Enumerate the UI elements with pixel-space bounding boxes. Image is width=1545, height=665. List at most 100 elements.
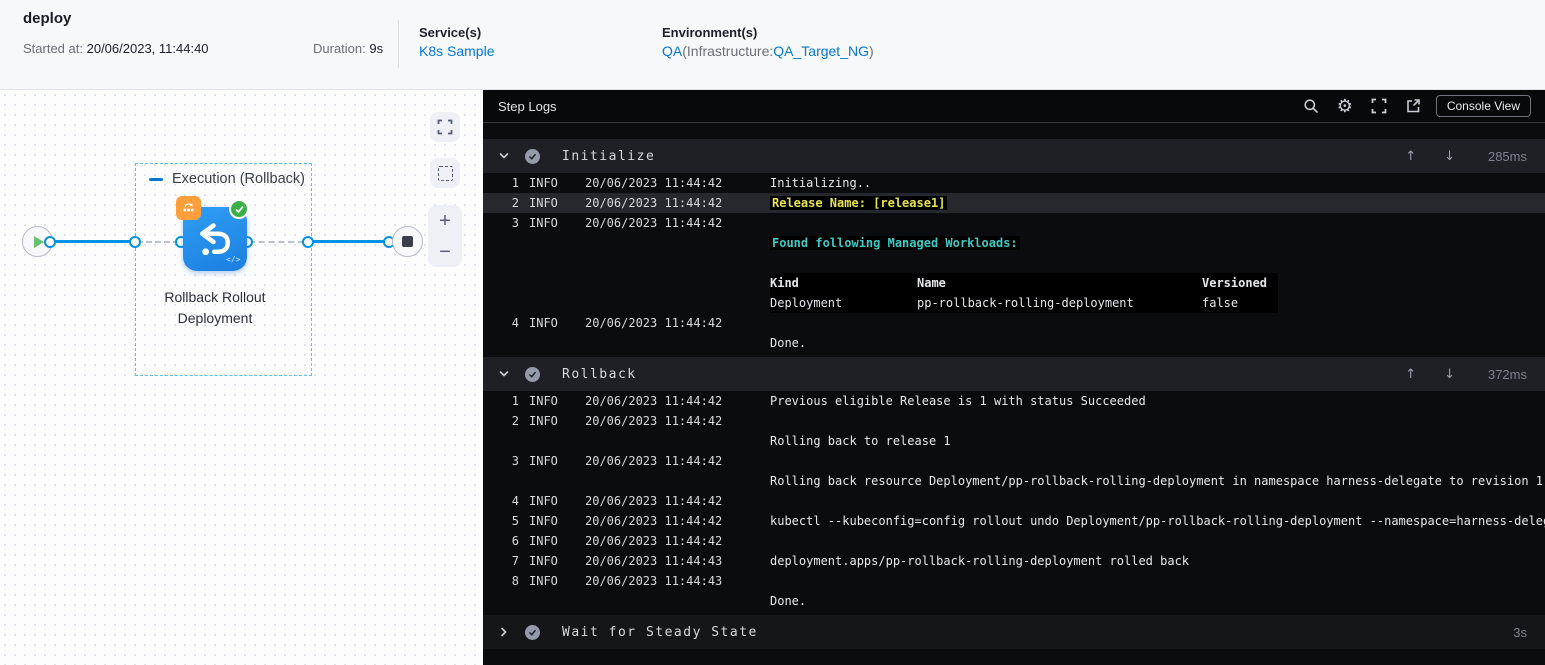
log-row[interactable]: 3 INFO 20/06/2023 11:44:42 [483,213,1545,233]
log-line-number: 1 [511,176,519,190]
log-row[interactable]: Done. [483,591,1545,611]
service-name[interactable]: K8s Sample [419,43,494,59]
log-timestamp: 20/06/2023 11:44:43 [585,574,723,588]
log-message: Initializing.. [770,176,872,190]
section-duration: 285ms [1487,148,1527,164]
log-row[interactable]: 8 INFO 20/06/2023 11:44:43 [483,571,1545,591]
log-timestamp: 20/06/2023 11:44:43 [585,554,723,568]
log-row[interactable]: 4 INFO 20/06/2023 11:44:42 [483,313,1545,333]
log-message-highlight: Found following Managed Workloads: [770,236,1020,250]
scroll-up-icon[interactable]: ↑ [1405,149,1416,164]
log-line-number: 3 [511,216,519,230]
workload-table-cell: pp-rollback-rolling-deployment [917,296,1134,310]
workload-table-cell: Versioned [1202,276,1268,290]
canvas-marquee-select-button[interactable] [430,158,460,188]
log-row[interactable]: Deployment pp-rollback-rolling-deployment… [483,293,1545,313]
log-row[interactable]: 4 INFO 20/06/2023 11:44:42 [483,491,1545,511]
log-level: INFO [529,394,558,408]
log-row[interactable]: 2 INFO 20/06/2023 11:44:42 [483,411,1545,431]
scroll-up-icon[interactable]: ↑ [1405,367,1416,382]
success-check-icon [525,148,540,164]
port-stage-left [129,236,141,248]
log-row[interactable] [483,253,1545,273]
zoom-out-button[interactable]: − [439,242,451,262]
duration: Duration: 9s [313,41,383,56]
infrastructure-link[interactable]: QA_Target_NG [773,43,869,59]
section-name: Wait for Steady State [562,624,758,640]
collapse-minus-icon[interactable] [149,177,163,181]
pipeline-title: deploy [23,10,72,27]
workload-table-cell: false [1202,296,1239,310]
log-row[interactable]: Rolling back resource Deployment/pp-roll… [483,471,1545,491]
scroll-down-icon[interactable]: ↓ [1444,367,1455,382]
stage-label: Execution (Rollback) [172,171,305,187]
log-level: INFO [529,554,558,568]
chevron-right-icon[interactable] [497,626,511,638]
step-logs-header: Step Logs ⚙ Console View [483,90,1545,123]
port-stage-right [302,236,314,248]
log-line-number: 4 [511,494,519,508]
environment-link[interactable]: QA [662,43,682,59]
log-level: INFO [529,316,558,330]
workload-table-header: Kind Name Versioned [770,273,1278,293]
log-row[interactable]: Rolling back to release 1 [483,431,1545,451]
console-view-button[interactable]: Console View [1435,95,1531,117]
log-timestamp: 20/06/2023 11:44:42 [585,216,723,230]
canvas-zoom-controls[interactable]: + − [428,205,462,267]
log-row[interactable]: Found following Managed Workloads: [483,233,1545,253]
log-line-number: 8 [511,574,519,588]
section-header-initialize[interactable]: Initialize ↑ ↓ 285ms [483,139,1545,173]
service-link[interactable]: K8s Sample [419,43,494,59]
log-row[interactable]: 2 INFO 20/06/2023 11:44:42 Release Name: [r… [483,193,1545,213]
chevron-down-icon[interactable] [497,150,511,162]
log-row[interactable]: 3 INFO 20/06/2023 11:44:42 [483,451,1545,471]
canvas-fit-view-button[interactable] [430,112,460,142]
search-icon[interactable] [1300,95,1322,117]
environments-label: Environment(s) [662,25,758,40]
log-level: INFO [529,494,558,508]
chevron-down-icon[interactable] [497,368,511,380]
log-timestamp: 20/06/2023 11:44:42 [585,514,723,528]
open-in-new-icon[interactable] [1402,95,1424,117]
settings-gear-icon[interactable]: ⚙ [1334,95,1356,117]
edge-dashed-left [137,241,179,243]
log-section-initialize: Initialize ↑ ↓ 285ms 1 INFO 20/06/2023 11:44:4… [483,139,1545,353]
port-start [44,236,56,248]
duration-label: Duration: [313,41,366,56]
rollout-strategy-badge-icon [176,196,201,220]
scroll-down-icon[interactable]: ↓ [1444,149,1455,164]
log-message: Release Name: [release1] [770,193,1545,213]
marquee-select-icon [437,165,453,181]
log-line-number: 5 [511,514,519,528]
log-row[interactable]: Kind Name Versioned [483,273,1545,293]
workload-table-cell: Name [917,276,946,290]
play-icon [34,235,44,248]
section-header-wait-for-steady-state[interactable]: Wait for Steady State 3s [483,615,1545,649]
log-timestamp: 20/06/2023 11:44:42 [585,394,723,408]
section-duration: 3s [1513,624,1527,640]
log-message-highlight: Release Name: [release1] [770,196,948,210]
edge-dashed-right [249,241,304,243]
infrastructure-prefix: (Infrastructure: [682,43,774,59]
log-timestamp: 20/06/2023 11:44:42 [585,494,723,508]
step-label-line1: Rollback Rollout [164,289,266,305]
fullscreen-icon[interactable] [1368,95,1390,117]
log-message: Deployment pp-rollback-rolling-deployment… [770,293,1545,313]
step-logs-panel: Step Logs ⚙ Console View Initialize ↑ ↓ 285… [483,90,1545,665]
workload-table-cell: Kind [770,276,799,290]
log-row[interactable]: 1 INFO 20/06/2023 11:44:42 Initializing.. [483,173,1545,193]
log-sections: Initialize ↑ ↓ 285ms 1 INFO 20/06/2023 11:44:4… [483,139,1545,649]
stop-icon [402,236,413,247]
log-row[interactable]: 7 INFO 20/06/2023 11:44:43 deployment.apps/… [483,551,1545,571]
log-row[interactable]: 6 INFO 20/06/2023 11:44:42 [483,531,1545,551]
zoom-in-button[interactable]: + [439,211,451,231]
fullscreen-icon [437,119,453,135]
section-header-rollback[interactable]: Rollback ↑ ↓ 372ms [483,357,1545,391]
pipeline-canvas[interactable]: Execution (Rollback) </> Rollback Rollou… [0,90,483,665]
log-timestamp: 20/06/2023 11:44:42 [585,534,723,548]
log-row[interactable]: Done. [483,333,1545,353]
duration-value: 9s [369,41,384,56]
log-timestamp: 20/06/2023 11:44:42 [585,414,723,428]
log-row[interactable]: 1 INFO 20/06/2023 11:44:42 Previous eligibl… [483,391,1545,411]
log-row[interactable]: 5 INFO 20/06/2023 11:44:42 kubectl --kubeco… [483,511,1545,531]
